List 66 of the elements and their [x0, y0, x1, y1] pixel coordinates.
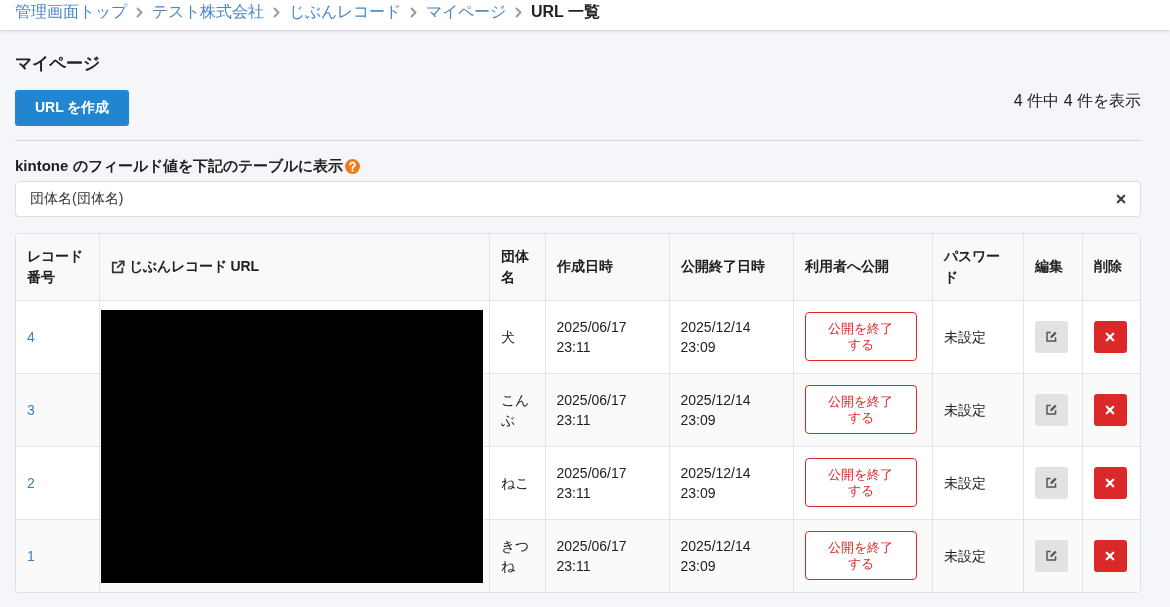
column-header: 編集 — [1034, 257, 1063, 277]
column-header: じぶんレコード URL — [128, 257, 260, 277]
group-name: ねこ — [500, 474, 529, 491]
breadcrumb-link[interactable]: マイページ — [426, 0, 506, 24]
cross-icon — [1105, 550, 1115, 561]
chevron-icon — [273, 7, 280, 18]
created-datetime: 2025/06/17 23:11 — [556, 318, 627, 355]
delete-button[interactable] — [1093, 466, 1127, 499]
cross-icon — [1105, 404, 1115, 415]
publish-end-datetime: 2025/12/14 23:09 — [680, 464, 751, 501]
chevron-icon — [410, 7, 417, 18]
group-name: きつね — [500, 537, 529, 574]
record-link[interactable]: 2 — [27, 474, 35, 491]
password-status: 未設定 — [943, 328, 986, 345]
cross-icon — [1105, 331, 1115, 342]
publish-end-datetime: 2025/12/14 23:09 — [680, 318, 751, 355]
end-publish-button[interactable]: 公開を終了する — [804, 458, 917, 507]
record-link[interactable]: 4 — [27, 328, 35, 345]
pencil-icon — [1044, 476, 1058, 489]
publish-end-datetime: 2025/12/14 23:09 — [680, 391, 751, 428]
created-datetime: 2025/06/17 23:11 — [556, 391, 627, 428]
end-publish-button[interactable]: 公開を終了する — [804, 531, 917, 581]
password-status: 未設定 — [943, 401, 986, 418]
breadcrumb-link[interactable]: じぶんレコード — [289, 0, 401, 24]
publish-end-datetime: 2025/12/14 23:09 — [680, 537, 751, 574]
delete-button[interactable] — [1093, 320, 1127, 353]
delete-button[interactable] — [1093, 393, 1127, 426]
cross-icon[interactable] — [1116, 194, 1126, 204]
edit-button[interactable] — [1034, 539, 1068, 572]
question-mark-icon[interactable] — [344, 158, 360, 174]
column-header: 作成日時 — [556, 257, 613, 277]
edit-button[interactable] — [1034, 466, 1068, 499]
group-name: こんぶ — [500, 391, 529, 428]
group-name: 犬 — [500, 328, 515, 345]
record-link[interactable]: 3 — [27, 401, 35, 418]
external-link-icon — [110, 259, 125, 274]
field-label: kintone のフィールド値を下記のテーブルに表示 — [15, 156, 343, 176]
chevron-icon — [515, 7, 522, 18]
end-publish-button[interactable]: 公開を終了する — [804, 312, 917, 361]
cross-icon — [1105, 477, 1115, 488]
edit-button[interactable] — [1034, 393, 1068, 426]
record-link[interactable]: 1 — [27, 547, 35, 564]
result-count: 4 件中 4 件を表示 — [1013, 91, 1141, 111]
chevron-icon — [136, 7, 143, 18]
create-url-button[interactable]: URL を作成 — [15, 90, 130, 126]
breadcrumb-link[interactable]: 管理画面トップ — [15, 0, 127, 24]
column-header: パスワード — [943, 246, 1001, 287]
pencil-icon — [1044, 549, 1058, 563]
column-header: 団体名 — [500, 246, 530, 287]
pencil-icon — [1044, 403, 1058, 416]
column-header: 利用者へ公開 — [804, 257, 889, 277]
breadcrumb-link[interactable]: テスト株式会社 — [152, 0, 264, 24]
column-header: 削除 — [1093, 257, 1122, 277]
delete-button[interactable] — [1093, 539, 1127, 572]
created-datetime: 2025/06/17 23:11 — [556, 464, 627, 501]
field-select[interactable]: 団体名(団体名) — [15, 181, 1141, 217]
created-datetime: 2025/06/17 23:11 — [556, 537, 627, 574]
pencil-icon — [1044, 330, 1058, 343]
password-status: 未設定 — [943, 547, 986, 564]
breadcrumb-current: URL 一覧 — [531, 2, 601, 22]
end-publish-button[interactable]: 公開を終了する — [804, 385, 917, 434]
column-header: 公開終了日時 — [680, 257, 765, 277]
column-header: レコード番号 — [27, 246, 84, 287]
edit-button[interactable] — [1034, 320, 1068, 353]
page-title: マイページ — [15, 54, 100, 74]
password-status: 未設定 — [943, 474, 986, 491]
